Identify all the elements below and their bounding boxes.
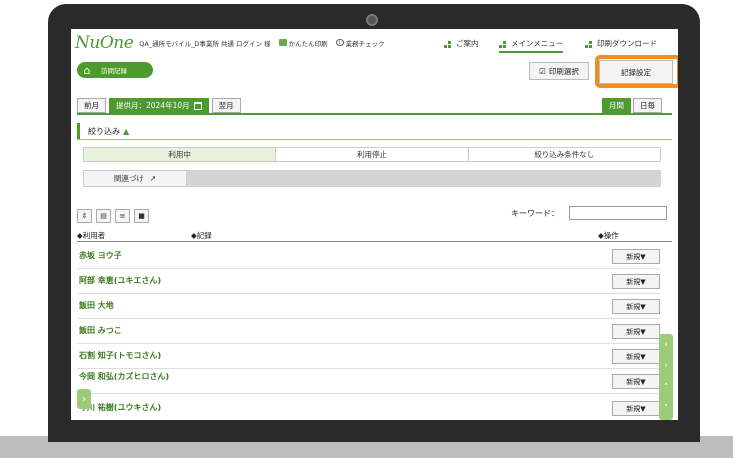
chevron-right-icon[interactable]: › <box>664 361 668 371</box>
breadcrumb[interactable]: ⌂ 訪問記録 <box>77 62 153 78</box>
easy-print-link[interactable]: かんたん印刷 <box>278 38 328 48</box>
grid-icon <box>585 40 594 48</box>
table-row: 阿部 幸恵(ユキエさん) 新規▼ <box>77 269 660 294</box>
user-name[interactable]: 飯田 みつこ <box>79 326 122 336</box>
csv-icon[interactable]: ▤ <box>96 209 111 223</box>
external-link-icon: ↗ <box>149 174 157 183</box>
user-name[interactable]: 阿部 幸恵(ユキエさん) <box>79 276 161 286</box>
link-button[interactable]: 関連づけ ↗ <box>83 170 187 187</box>
printer-icon <box>278 39 287 46</box>
user-name[interactable]: 赤坂 ヨウ子 <box>79 251 122 261</box>
tab-guide[interactable]: ご案内 <box>444 38 479 51</box>
table-row: 赤坂 ヨウ子 新規▼ <box>77 244 660 269</box>
month-selector: 前月 提供月：2024年10月 翌月 <box>77 98 241 113</box>
new-record-button[interactable]: 新規▼ <box>612 349 660 364</box>
list-tools: ⇕ ▤ ≡ ■ <box>77 209 149 223</box>
user-line: QA_通所モバイル_D事業所 共通 ログイン 様 <box>139 39 271 48</box>
tab-main-menu[interactable]: メインメニュー <box>499 38 564 53</box>
table-row: 石割 知子(トモコさん) 新規▼ <box>77 344 660 369</box>
link-row: 関連づけ ↗ <box>83 170 661 187</box>
breadcrumb-label: 訪問記録 <box>101 67 127 75</box>
print-select-button[interactable]: ☑ 印刷選択 <box>529 62 589 80</box>
sort-icon[interactable]: ⇕ <box>77 209 92 223</box>
list-sort-icon[interactable]: ≡ <box>115 209 130 223</box>
checkbox-icon: ☑ <box>539 66 546 76</box>
tab-print-download-label: 印刷ダウンロード <box>597 39 657 48</box>
user-name[interactable]: 今岡 和弘(カズヒロさん) <box>79 372 179 382</box>
print-select-label: 印刷選択 <box>548 66 579 76</box>
current-month-label: 提供月：2024年10月 <box>116 101 190 110</box>
tab-guide-label: ご案内 <box>456 39 479 48</box>
monthly-view-button[interactable]: 月間 <box>602 98 631 113</box>
table-row: 飯田 みつこ 新規▼ <box>77 319 660 344</box>
link-label: 関連づけ <box>113 174 144 183</box>
camera-icon <box>366 14 378 26</box>
tab-main-menu-label: メインメニュー <box>511 39 564 48</box>
filter-toggle[interactable]: 絞り込み ▲ <box>77 123 129 139</box>
new-record-button[interactable]: 新規▼ <box>612 249 660 264</box>
keyword-input[interactable] <box>569 206 667 220</box>
status-filter: 利用中 利用停止 絞り込み条件なし <box>83 147 661 162</box>
filter-stopped[interactable]: 利用停止 <box>276 148 469 161</box>
app-logo: NuOne <box>75 32 134 53</box>
scroll-arrows: ‹ › ˄ ˅ <box>659 334 673 420</box>
table-row: 飯田 大地 新規▼ <box>77 294 660 319</box>
collapse-icon: ▲ <box>123 126 130 136</box>
tag-icon[interactable]: ■ <box>134 209 149 223</box>
keyword-label: キーワード： <box>511 209 559 218</box>
next-month-button[interactable]: 翌月 <box>211 98 241 113</box>
col-record[interactable]: ◆記録 <box>191 230 212 241</box>
highlight-frame <box>595 55 678 88</box>
chevron-down-icon[interactable]: ˅ <box>664 404 669 414</box>
view-toggle: 月間 日毎 <box>602 98 662 113</box>
new-record-button[interactable]: 新規▼ <box>612 324 660 339</box>
prev-month-button[interactable]: 前月 <box>77 98 106 113</box>
home-icon[interactable]: ⌂ <box>77 64 97 77</box>
new-record-button[interactable]: 新規▼ <box>612 299 660 314</box>
table-row: 今川 祐樹(ユウキさん) 新規▼ <box>77 396 660 420</box>
filter-title: 絞り込み <box>88 126 120 136</box>
new-record-button[interactable]: 新規▼ <box>612 274 660 289</box>
work-check-link[interactable]: i 業務チェック <box>335 38 385 48</box>
grid-icon <box>499 40 508 48</box>
daily-view-button[interactable]: 日毎 <box>633 98 662 113</box>
chevron-left-icon[interactable]: ‹ <box>664 340 668 350</box>
table-row: 今岡 和弘(カズヒロさん) 新規▼ <box>77 369 660 394</box>
grid-icon <box>444 40 453 48</box>
calendar-icon <box>193 101 202 110</box>
info-icon: i <box>335 39 344 46</box>
app-screen: NuOne QA_通所モバイル_D事業所 共通 ログイン 様 かんたん印刷 i … <box>71 29 678 420</box>
divider <box>77 113 672 115</box>
new-record-button[interactable]: 新規▼ <box>612 401 660 416</box>
divider <box>77 139 672 140</box>
work-check-label: 業務チェック <box>345 39 385 48</box>
tab-print-download[interactable]: 印刷ダウンロード <box>585 38 657 51</box>
filter-active[interactable]: 利用中 <box>84 148 277 161</box>
chevron-right-icon[interactable]: › <box>77 389 91 409</box>
user-name[interactable]: 今川 祐樹(ユウキさん) <box>79 403 161 413</box>
new-record-button[interactable]: 新規▼ <box>612 374 660 389</box>
col-user[interactable]: ◆利用者 <box>77 230 105 241</box>
easy-print-label: かんたん印刷 <box>288 39 328 48</box>
filter-none[interactable]: 絞り込み条件なし <box>468 148 660 161</box>
current-month-button[interactable]: 提供月：2024年10月 <box>109 98 209 113</box>
col-action[interactable]: ◆操作 <box>598 230 619 241</box>
user-name[interactable]: 石割 知子(トモコさん) <box>79 351 161 361</box>
divider <box>77 241 672 242</box>
chevron-up-icon[interactable]: ˄ <box>664 383 669 393</box>
user-name[interactable]: 飯田 大地 <box>79 301 114 311</box>
